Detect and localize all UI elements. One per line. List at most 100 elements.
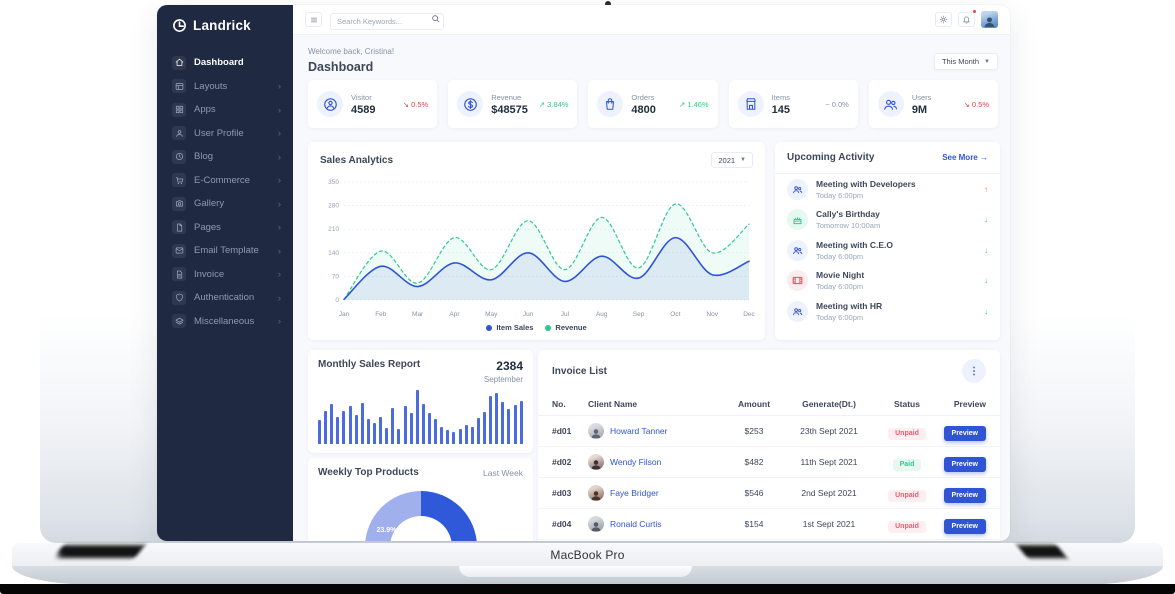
column-header-date: Generate(Dt.) bbox=[782, 399, 876, 409]
column-header-no: No. bbox=[552, 399, 588, 409]
year-select-value: 2021 bbox=[718, 156, 735, 165]
client-name-link[interactable]: Howard Tanner bbox=[610, 426, 668, 436]
camera-icon bbox=[172, 197, 186, 211]
sales-bar bbox=[446, 430, 449, 444]
sales-bar bbox=[477, 418, 480, 444]
sales-bar bbox=[440, 427, 443, 444]
column-header-client: Client Name bbox=[588, 399, 726, 409]
sidebar-item-blog[interactable]: Blog › bbox=[157, 145, 293, 169]
item-sales-legend-dot bbox=[486, 325, 492, 331]
stat-card-items[interactable]: Items 145 ~ 0.0% bbox=[729, 80, 858, 128]
stat-value: 4589 bbox=[351, 104, 395, 116]
sales-bar bbox=[385, 428, 388, 444]
sales-bar bbox=[397, 429, 400, 444]
preview-button[interactable]: Preview bbox=[944, 519, 986, 534]
stat-card-orders[interactable]: Orders 4800 ↗ 1.46% bbox=[588, 80, 717, 128]
weekly-period-label: Last Week bbox=[483, 468, 523, 478]
dashboard-content: Welcome back, Cristina! Dashboard This M… bbox=[293, 35, 1010, 541]
invoice-no: #d03 bbox=[552, 488, 588, 498]
table-row: #d03 Faye Bridger $546 2nd Sept 2021 Unp… bbox=[538, 478, 1000, 509]
sidebar-item-invoice[interactable]: Invoice › bbox=[157, 263, 293, 287]
sales-bar bbox=[367, 419, 370, 444]
client-name-link[interactable]: Faye Bridger bbox=[610, 488, 659, 498]
search-input[interactable] bbox=[330, 13, 444, 30]
sales-bar bbox=[422, 404, 425, 444]
macbook-base-shadow bbox=[0, 584, 1175, 594]
brand-logo[interactable]: Landrick bbox=[157, 5, 293, 43]
sidebar-item-layouts[interactable]: Layouts › bbox=[157, 75, 293, 99]
sidebar-item-miscellaneous[interactable]: Miscellaneous › bbox=[157, 310, 293, 334]
monthly-sales-bar-chart bbox=[318, 390, 523, 444]
sales-bar bbox=[520, 401, 523, 444]
grid-icon bbox=[172, 103, 186, 117]
invoice-amount: $546 bbox=[726, 488, 782, 498]
sidebar-item-dashboard[interactable]: Dashboard bbox=[157, 51, 293, 75]
chevron-right-icon: › bbox=[278, 269, 281, 279]
more-options-button[interactable]: ⋮ bbox=[962, 359, 986, 383]
stat-card-revenue[interactable]: Revenue $48575 ↗ 3.84% bbox=[448, 80, 577, 128]
svg-text:210: 210 bbox=[328, 226, 339, 233]
activity-item[interactable]: Movie Night Today 6:00pm ↓ bbox=[775, 266, 1000, 297]
user-avatar[interactable] bbox=[981, 11, 998, 28]
chevron-right-icon: › bbox=[278, 175, 281, 185]
preview-button[interactable]: Preview bbox=[944, 488, 986, 503]
activity-item[interactable]: Meeting with HR Today 6:00pm ↓ bbox=[775, 296, 1000, 327]
stat-card-users[interactable]: Users 9M ↘ 0.5% bbox=[869, 80, 998, 128]
period-select[interactable]: This Month ▼ bbox=[934, 53, 998, 70]
column-header-status: Status bbox=[876, 399, 938, 409]
arrow-right-icon: → bbox=[980, 153, 988, 162]
sidebar-item-label: Authentication bbox=[194, 292, 270, 303]
table-row-partial: Preview bbox=[538, 540, 1000, 541]
settings-button[interactable] bbox=[935, 12, 952, 27]
client-name-link[interactable]: Ronald Curtis bbox=[610, 519, 662, 529]
arrow-down-icon: ↓ bbox=[984, 246, 988, 255]
sidebar-item-user-profile[interactable]: User Profile › bbox=[157, 122, 293, 146]
upcoming-activity-card: Upcoming Activity See More → Meeting wit… bbox=[775, 142, 1000, 340]
see-more-link[interactable]: See More → bbox=[942, 153, 988, 162]
preview-button[interactable]: Preview bbox=[944, 426, 986, 441]
activity-title: Meeting with Developers bbox=[816, 179, 976, 189]
landrick-logo-icon bbox=[172, 18, 187, 33]
sales-bar bbox=[483, 412, 486, 444]
invoice-table-header: No. Client Name Amount Generate(Dt.) Sta… bbox=[538, 392, 1000, 416]
svg-text:0: 0 bbox=[335, 297, 339, 304]
welcome-text: Welcome back, Cristina! bbox=[308, 47, 394, 56]
page-title: Dashboard bbox=[308, 60, 394, 74]
year-select[interactable]: 2021 ▼ bbox=[711, 152, 753, 168]
sales-bar bbox=[416, 390, 419, 444]
activity-item[interactable]: Meeting with Developers Today 6:00pm ↑ bbox=[775, 174, 1000, 205]
invoice-no: #d01 bbox=[552, 426, 588, 436]
activity-item[interactable]: Cally's Birthday Tomorrow 10:00am ↓ bbox=[775, 205, 1000, 236]
chevron-right-icon: › bbox=[278, 246, 281, 256]
sidebar: Landrick Dashboard Layouts › Apps › bbox=[157, 5, 293, 541]
donut-slice-label: 23.9% bbox=[377, 527, 397, 534]
activity-item[interactable]: Meeting with C.E.O Today 6:00pm ↓ bbox=[775, 235, 1000, 266]
dots-vertical-icon: ⋮ bbox=[969, 366, 979, 377]
sidebar-item-apps[interactable]: Apps › bbox=[157, 98, 293, 122]
menu-toggle-button[interactable] bbox=[305, 12, 322, 27]
chevron-right-icon: › bbox=[278, 293, 281, 303]
sidebar-item-gallery[interactable]: Gallery › bbox=[157, 192, 293, 216]
notifications-button[interactable] bbox=[958, 12, 975, 27]
preview-button[interactable]: Preview bbox=[944, 457, 986, 472]
sidebar-item-email-template[interactable]: Email Template › bbox=[157, 239, 293, 263]
stat-value: 9M bbox=[912, 104, 956, 116]
stat-card-visitor[interactable]: Visitor 4589 ↘ 0.5% bbox=[308, 80, 437, 128]
svg-text:Jun: Jun bbox=[523, 311, 534, 318]
film-icon bbox=[787, 270, 808, 291]
sidebar-item-ecommerce[interactable]: E-Commerce › bbox=[157, 169, 293, 193]
svg-text:Oct: Oct bbox=[670, 311, 680, 318]
client-name-link[interactable]: Wendy Filson bbox=[610, 457, 661, 467]
people-icon bbox=[787, 240, 808, 261]
search-icon bbox=[431, 14, 440, 23]
home-icon bbox=[172, 56, 186, 70]
sidebar-item-pages[interactable]: Pages › bbox=[157, 216, 293, 240]
sidebar-item-authentication[interactable]: Authentication › bbox=[157, 286, 293, 310]
stats-row: Visitor 4589 ↘ 0.5% Revenue $48575 ↗ 3.8… bbox=[308, 80, 998, 128]
activity-time: Tomorrow 10:00am bbox=[816, 221, 976, 230]
stat-value: 145 bbox=[772, 104, 818, 116]
status-badge: Unpaid bbox=[888, 490, 926, 502]
invoice-icon bbox=[172, 267, 186, 281]
svg-text:Sep: Sep bbox=[633, 311, 645, 318]
sales-bar bbox=[361, 403, 364, 444]
